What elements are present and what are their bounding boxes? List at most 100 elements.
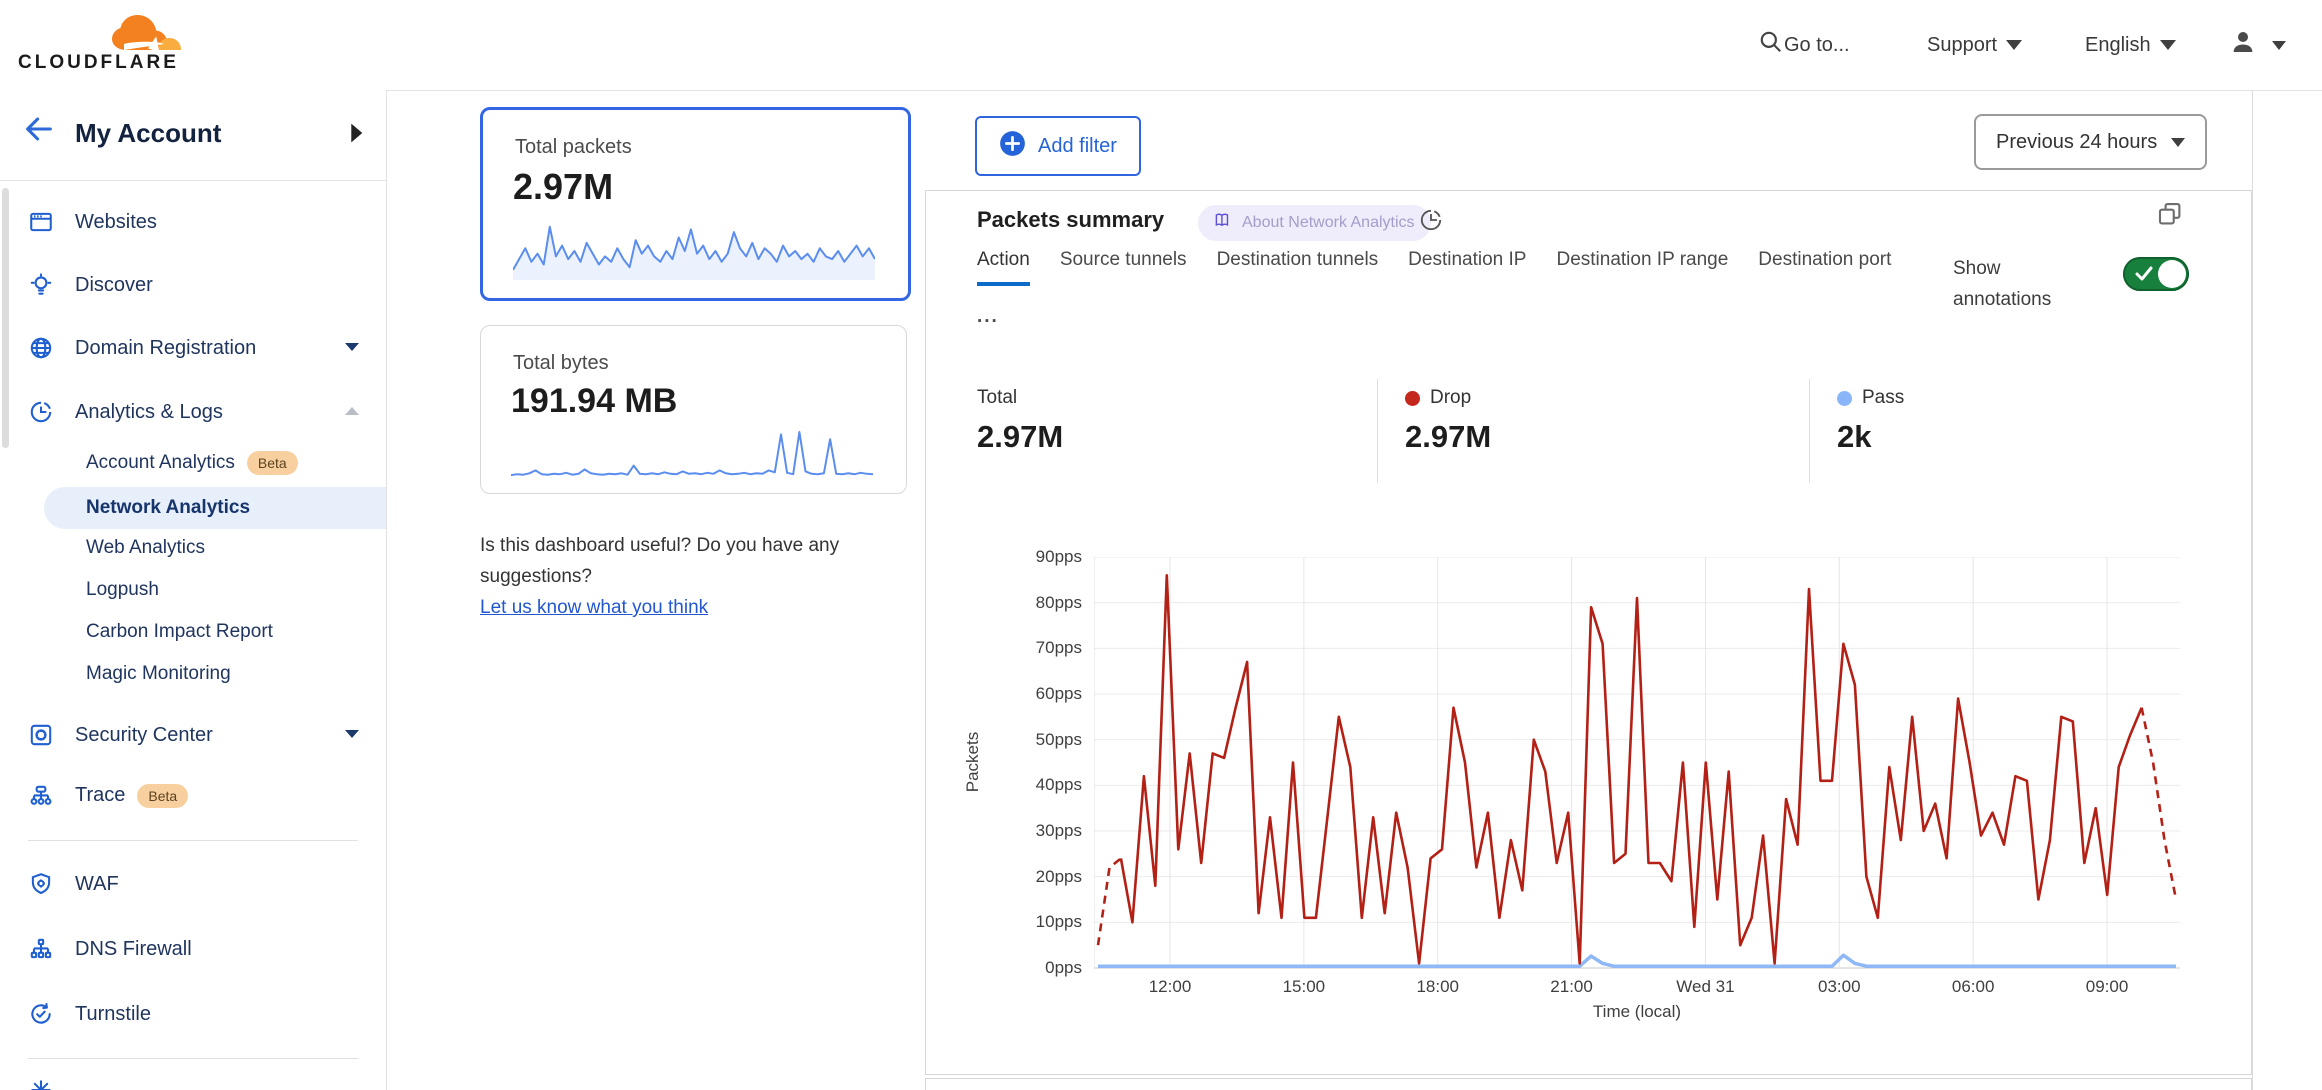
content-right-border bbox=[2252, 90, 2253, 1090]
chevron-up-icon bbox=[344, 403, 360, 421]
more-tabs-button[interactable]: ... bbox=[977, 304, 999, 328]
browser-icon bbox=[28, 209, 54, 235]
sidebar-item-waf[interactable]: WAF bbox=[0, 860, 386, 908]
total-bytes-sparkline bbox=[511, 426, 873, 484]
chevron-down-icon bbox=[2272, 41, 2286, 50]
panel-title: Packets summary bbox=[977, 207, 1164, 233]
tab-destination-ip-range[interactable]: Destination IP range bbox=[1556, 249, 1728, 286]
pie-chart-icon[interactable] bbox=[1418, 207, 1444, 238]
sidebar-item-label: Websites bbox=[75, 211, 157, 234]
sidebar-item-dns-firewall[interactable]: DNS Firewall bbox=[0, 925, 386, 973]
chevron-down-icon bbox=[344, 726, 360, 744]
card-title: Total packets bbox=[515, 136, 632, 159]
sidebar-divider bbox=[28, 1058, 358, 1059]
tab-action[interactable]: Action bbox=[977, 249, 1030, 286]
duplicate-icon[interactable] bbox=[2155, 199, 2185, 234]
globe-icon bbox=[28, 335, 54, 361]
y-axis-tick-label: 30pps bbox=[1012, 821, 1082, 841]
sidebar-item-label: Domain Registration bbox=[75, 337, 256, 360]
brand-wordmark: CLOUDFLARE bbox=[18, 52, 179, 74]
vault-icon bbox=[28, 722, 54, 748]
about-network-analytics-badge[interactable]: About Network Analytics bbox=[1198, 205, 1431, 241]
language-label: English bbox=[2085, 34, 2151, 57]
plus-circle-icon bbox=[999, 130, 1026, 163]
sidebar-item-label: Carbon Impact Report bbox=[86, 621, 273, 643]
sidebar-item-websites[interactable]: Websites bbox=[0, 198, 386, 246]
x-axis-tick-label: 15:00 bbox=[1283, 977, 1326, 997]
sidebar-item-label: Network Analytics bbox=[86, 497, 250, 519]
x-axis-tick-label: 21:00 bbox=[1550, 977, 1593, 997]
feedback-link[interactable]: Let us know what you think bbox=[480, 597, 708, 618]
sidebar-item-security-center[interactable]: Security Center bbox=[0, 711, 386, 759]
tab-destination-tunnels[interactable]: Destination tunnels bbox=[1217, 249, 1379, 286]
sidebar-item-label: Web Analytics bbox=[86, 537, 205, 559]
chevron-down-icon bbox=[344, 339, 360, 357]
time-range-dropdown[interactable]: Previous 24 hours bbox=[1974, 114, 2207, 170]
x-axis-tick-label: Wed 31 bbox=[1676, 977, 1734, 997]
trace-icon bbox=[28, 783, 54, 809]
y-axis-tick-label: 0pps bbox=[1012, 958, 1082, 978]
y-axis-tick-label: 10pps bbox=[1012, 912, 1082, 932]
pie-chart-icon bbox=[28, 399, 54, 425]
sidebar-item-label: Turnstile bbox=[75, 1003, 151, 1026]
dns-tree-icon bbox=[28, 936, 54, 962]
tab-destination-ip[interactable]: Destination IP bbox=[1408, 249, 1526, 286]
y-axis-tick-label: 90pps bbox=[1012, 547, 1082, 567]
y-axis-title: Packets bbox=[963, 732, 983, 792]
sidebar-item-network-analytics[interactable]: Network Analytics bbox=[0, 487, 386, 529]
total-packets-card[interactable]: Total packets 2.97M bbox=[480, 107, 911, 301]
go-to-search[interactable]: Go to... bbox=[1758, 0, 1850, 90]
chevron-down-icon bbox=[2160, 40, 2176, 50]
sidebar-item-logpush[interactable]: Logpush bbox=[0, 569, 386, 611]
sidebar-item-web-analytics[interactable]: Web Analytics bbox=[0, 527, 386, 569]
x-axis-title: Time (local) bbox=[1593, 1002, 1681, 1022]
sidebar-item-magic-monitoring[interactable]: Magic Monitoring bbox=[0, 653, 386, 695]
shield-gear-icon bbox=[28, 871, 54, 897]
stat-total: Total 2.97M bbox=[977, 387, 1063, 455]
sidebar-item-account-analytics[interactable]: Account AnalyticsBeta bbox=[0, 442, 386, 484]
y-axis-tick-label: 40pps bbox=[1012, 775, 1082, 795]
stat-label: Drop bbox=[1430, 387, 1471, 409]
search-icon bbox=[1758, 29, 1784, 61]
y-axis-tick-label: 20pps bbox=[1012, 867, 1082, 887]
stat-divider bbox=[1377, 379, 1378, 483]
packets-time-series-chart bbox=[1094, 557, 2184, 969]
toggle-knob bbox=[2158, 260, 2186, 288]
sidebar-item-domain-registration[interactable]: Domain Registration bbox=[0, 324, 386, 372]
total-bytes-card[interactable]: Total bytes 191.94 MB bbox=[480, 325, 907, 494]
sidebar-item-turnstile[interactable]: Turnstile bbox=[0, 990, 386, 1038]
back-arrow-icon[interactable] bbox=[22, 112, 56, 151]
drop-legend-dot bbox=[1405, 391, 1420, 406]
pass-legend-dot bbox=[1837, 391, 1852, 406]
tab-destination-port[interactable]: Destination port bbox=[1758, 249, 1891, 286]
sidebar-item-label: Account AnalyticsBeta bbox=[86, 451, 298, 475]
sidebar-item-carbon-impact-report[interactable]: Carbon Impact Report bbox=[0, 611, 386, 653]
x-axis-tick-label: 18:00 bbox=[1416, 977, 1459, 997]
chevron-right-icon[interactable] bbox=[348, 122, 364, 149]
language-menu[interactable]: English bbox=[2085, 0, 2176, 90]
account-title[interactable]: My Account bbox=[75, 118, 221, 149]
add-filter-button[interactable]: Add filter bbox=[975, 116, 1141, 176]
account-menu[interactable] bbox=[2228, 0, 2286, 90]
stat-value: 2.97M bbox=[1405, 419, 1491, 455]
sidebar-item-trace[interactable]: TraceBeta bbox=[0, 772, 386, 820]
stat-value: 2k bbox=[1837, 419, 1904, 455]
sidebar-item-label: Analytics & Logs bbox=[75, 401, 223, 424]
sidebar-divider bbox=[28, 840, 358, 841]
sidebar-item-discover[interactable]: Discover bbox=[0, 261, 386, 309]
y-axis-tick-label: 50pps bbox=[1012, 730, 1082, 750]
y-axis-tick-label: 80pps bbox=[1012, 593, 1082, 613]
x-axis-tick-label: 12:00 bbox=[1149, 977, 1192, 997]
show-annotations-label: Show annotations bbox=[1953, 253, 2103, 315]
stat-label: Total bbox=[977, 387, 1063, 409]
sidebar-item-label: Security Center bbox=[75, 724, 213, 747]
sidebar-item-partial[interactable] bbox=[0, 1075, 386, 1090]
sidebar-item-analytics-logs[interactable]: Analytics & Logs bbox=[0, 388, 386, 436]
next-panel-edge bbox=[925, 1078, 2252, 1090]
show-annotations-toggle[interactable] bbox=[2123, 257, 2189, 291]
tab-source-tunnels[interactable]: Source tunnels bbox=[1060, 249, 1187, 286]
sidebar-item-label: Logpush bbox=[86, 579, 159, 601]
support-menu[interactable]: Support bbox=[1927, 0, 2022, 90]
card-value: 191.94 MB bbox=[511, 382, 677, 421]
stat-divider bbox=[1809, 379, 1810, 483]
